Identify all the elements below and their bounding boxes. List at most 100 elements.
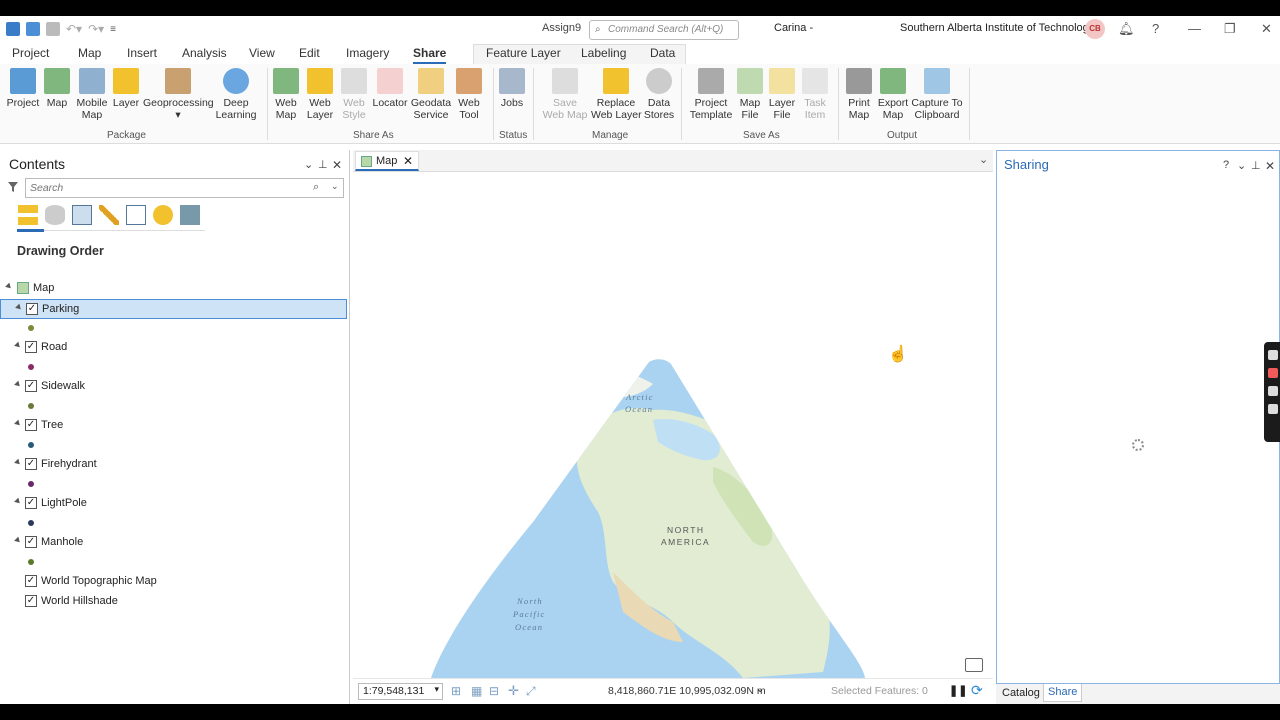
organization-name[interactable]: Southern Alberta Institute of Technology (900, 22, 1094, 34)
tab-data[interactable]: Data (650, 46, 675, 60)
chevron-down-icon[interactable]: ⌄ (331, 181, 339, 192)
close-icon[interactable]: ✕ (403, 154, 413, 168)
data-stores-button[interactable]: Data Stores (643, 68, 675, 121)
layer-visibility-checkbox[interactable]: ✓ (25, 458, 37, 470)
expand-icon[interactable] (14, 497, 22, 506)
layer-row-manhole[interactable]: ✓ Manhole (0, 533, 347, 553)
pane-options-icon[interactable]: ⌄ (304, 158, 313, 171)
tab-project[interactable]: Project (12, 46, 49, 60)
pause-icon[interactable]: ❚❚ (949, 684, 967, 697)
expand-icon[interactable] (5, 282, 13, 291)
package-geoprocessing-button[interactable]: Geoprocessing ▾ (143, 68, 214, 121)
package-layer-button[interactable]: Layer (112, 68, 140, 109)
tab-analysis[interactable]: Analysis (182, 46, 227, 60)
fixed-zoom-icon[interactable]: ⊞ (451, 684, 461, 698)
tab-map[interactable]: Map (78, 46, 101, 60)
layer-row-world-topographic[interactable]: ✓ World Topographic Map (0, 572, 347, 592)
data-source-icon[interactable] (45, 205, 65, 225)
share-web-map-button[interactable]: Web Map (272, 68, 300, 121)
undo-icon[interactable]: ↶▾ (66, 22, 82, 36)
snapping-icon[interactable]: ⊟ (489, 684, 499, 698)
layer-row-firehydrant[interactable]: ✓ Firehydrant (0, 455, 347, 475)
chevron-down-icon[interactable]: ⌄ (756, 684, 764, 695)
chevron-down-icon[interactable]: ▾ (434, 684, 439, 695)
save-icon[interactable] (46, 22, 60, 36)
customize-qat-icon[interactable]: ≡ (110, 24, 116, 35)
selection-icon[interactable] (72, 205, 92, 225)
refresh-icon[interactable]: ⟳ (971, 682, 983, 699)
contents-search[interactable]: ⌕ ⌄ (25, 178, 344, 198)
expand-icon[interactable] (14, 536, 22, 545)
pane-options-icon[interactable]: ⌄ (1237, 159, 1246, 172)
layer-visibility-checkbox[interactable]: ✓ (25, 575, 37, 587)
tab-share-pane[interactable]: Share (1043, 684, 1083, 702)
minimize-icon[interactable]: — (1188, 21, 1201, 36)
drawing-order-icon[interactable] (18, 205, 38, 225)
expand-icon[interactable] (15, 303, 23, 312)
tab-labeling[interactable]: Labeling (581, 46, 626, 60)
layer-row-tree[interactable]: ✓ Tree (0, 416, 347, 436)
save-web-map-button[interactable]: Save Web Map (542, 68, 588, 121)
map-navigator-icon[interactable] (965, 658, 983, 672)
chevron-down-icon[interactable]: ⌄ (979, 153, 988, 166)
package-project-button[interactable]: Project (4, 68, 42, 109)
jobs-button[interactable]: Jobs (498, 68, 526, 109)
share-web-style-button[interactable]: Web Style (340, 68, 368, 121)
filter-icon[interactable] (7, 181, 19, 193)
package-map-button[interactable]: Map (43, 68, 71, 109)
share-web-tool-button[interactable]: Web Tool (454, 68, 484, 121)
layer-row-sidewalk[interactable]: ✓ Sidewalk (0, 377, 347, 397)
map-file-button[interactable]: Map File (737, 68, 763, 121)
record-icon[interactable] (1268, 368, 1278, 378)
close-icon[interactable]: ✕ (332, 158, 342, 172)
restore-icon[interactable]: ❐ (1224, 21, 1236, 37)
redo-icon[interactable]: ↷▾ (88, 22, 104, 36)
rotation-icon[interactable]: ⤢ (526, 684, 536, 699)
open-project-icon[interactable] (26, 22, 40, 36)
tab-map-view[interactable]: Map ✕ (355, 151, 419, 171)
settings-icon[interactable] (1268, 404, 1278, 414)
share-geodata-service-button[interactable]: Geodata Service (410, 68, 452, 121)
command-search-input[interactable]: ⌕ Command Search (Alt+Q) (589, 20, 739, 40)
expand-icon[interactable] (14, 341, 22, 350)
layer-row-world-hillshade[interactable]: ✓ World Hillshade (0, 592, 347, 612)
perspective-icon[interactable] (180, 205, 200, 225)
package-deep-learning-button[interactable]: Deep Learning (214, 68, 258, 121)
tree-map-node[interactable]: Map (0, 279, 347, 299)
layer-row-parking[interactable]: ✓ Parking (0, 299, 347, 319)
expand-icon[interactable] (14, 458, 22, 467)
layer-row-road[interactable]: ✓ Road (0, 338, 347, 358)
notifications-icon[interactable]: 🔔︎ (1118, 21, 1135, 37)
labeling-icon[interactable] (153, 205, 173, 225)
avatar[interactable]: CB (1085, 19, 1105, 39)
layer-row-lightpole[interactable]: ✓ LightPole (0, 494, 347, 514)
search-icon[interactable]: ⌕ (313, 181, 319, 194)
crosshair-icon[interactable]: ✛ (508, 683, 519, 699)
layer-visibility-checkbox[interactable]: ✓ (25, 419, 37, 431)
layer-file-button[interactable]: Layer File (767, 68, 797, 121)
coordinate-readout[interactable]: 8,418,860.71E 10,995,032.09N m (608, 685, 766, 697)
tab-edit[interactable]: Edit (299, 46, 320, 60)
layer-visibility-checkbox[interactable]: ✓ (26, 303, 38, 315)
export-map-button[interactable]: Export Map (876, 68, 910, 121)
tab-view[interactable]: View (249, 46, 275, 60)
editing-icon[interactable] (99, 205, 119, 225)
map-canvas[interactable]: Arctic Ocean NORTH AMERICA North Pacific… (353, 172, 991, 678)
layer-visibility-checkbox[interactable]: ✓ (25, 536, 37, 548)
layer-visibility-checkbox[interactable]: ✓ (25, 380, 37, 392)
share-locator-button[interactable]: Locator (371, 68, 409, 109)
pin-icon[interactable]: ⊥ (318, 158, 328, 171)
tab-imagery[interactable]: Imagery (346, 46, 389, 60)
tab-catalog[interactable]: Catalog (1002, 687, 1040, 699)
project-template-button[interactable]: Project Template (688, 68, 734, 121)
pin-icon[interactable]: ⊥ (1251, 159, 1261, 172)
help-icon[interactable]: ? (1223, 159, 1229, 171)
replace-web-layer-button[interactable]: Replace Web Layer (591, 68, 642, 121)
tab-insert[interactable]: Insert (127, 46, 157, 60)
camera-icon[interactable] (1268, 350, 1278, 360)
layer-visibility-checkbox[interactable]: ✓ (25, 341, 37, 353)
close-icon[interactable]: ✕ (1261, 21, 1272, 37)
package-mobile-map-button[interactable]: Mobile Map (73, 68, 111, 121)
tab-share[interactable]: Share (413, 46, 447, 64)
tab-feature-layer[interactable]: Feature Layer (486, 46, 561, 60)
